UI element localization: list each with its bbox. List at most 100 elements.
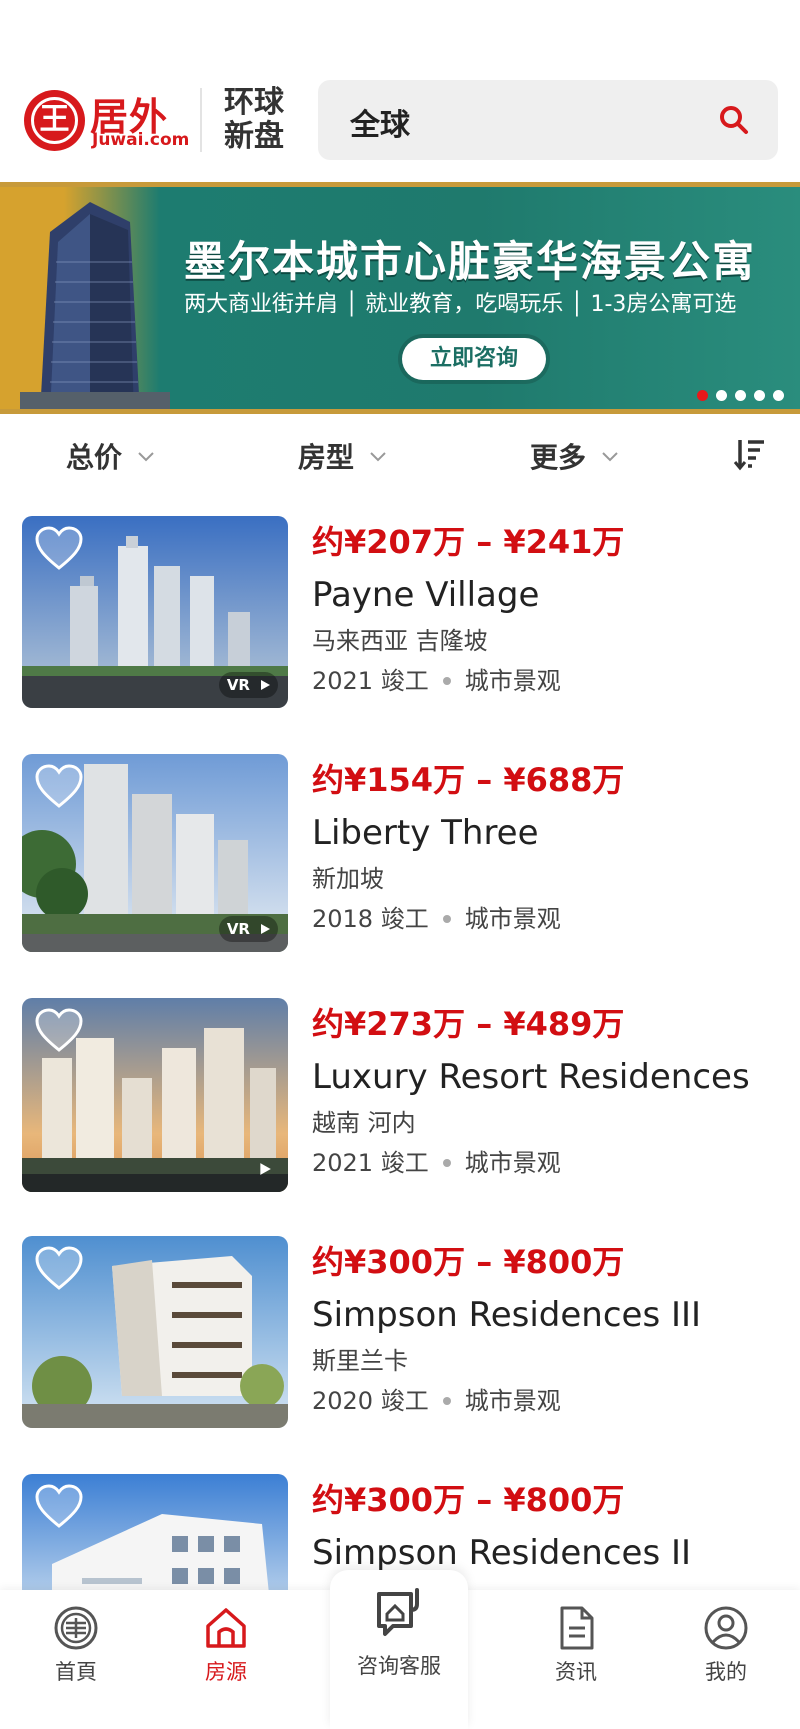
listing-card[interactable]: 约¥273万 – ¥489万 Luxury Resort Residences … — [22, 998, 782, 1192]
play-icon — [256, 676, 274, 694]
banner-pagination — [697, 390, 784, 401]
listing-info: 约¥273万 – ¥489万 Luxury Resort Residences … — [312, 998, 792, 1180]
listing-info: 约¥300万 – ¥800万 Simpson Residences II — [312, 1474, 792, 1576]
listing-photo[interactable] — [22, 1236, 288, 1428]
listing-name[interactable]: Simpson Residences III — [312, 1292, 792, 1338]
sort-icon[interactable] — [732, 436, 768, 472]
tagline-line1: 环球 — [224, 85, 284, 120]
juwai-logo[interactable]: 王 居外 Juwai.com — [24, 90, 189, 152]
bottom-navigation: 首頁 房源 咨询客服 资讯 我的 — [0, 1570, 800, 1729]
listing-meta: 2018 竣工 城市景观 — [312, 902, 792, 936]
filter-total-price[interactable]: 总价 — [66, 436, 156, 476]
nav-news[interactable]: 资讯 — [516, 1604, 636, 1686]
search-icon[interactable] — [718, 104, 750, 136]
nav-consult[interactable]: 咨询客服 — [330, 1570, 468, 1729]
nav-news-label: 资讯 — [555, 1660, 597, 1684]
filter-more-label: 更多 — [530, 441, 587, 474]
meta-separator — [442, 1397, 451, 1405]
search-bar[interactable]: 全球 — [318, 80, 778, 160]
video-badge[interactable] — [248, 1156, 278, 1182]
listing-name[interactable]: Luxury Resort Residences — [312, 1054, 792, 1100]
listing-meta: 2020 竣工 城市景观 — [312, 1384, 792, 1418]
badge-label: VR — [226, 920, 250, 938]
home-logo-icon — [54, 1606, 98, 1650]
vr-badge[interactable]: VR — [218, 916, 278, 942]
listing-completion: 2018 竣工 — [312, 905, 429, 933]
listing-info: 约¥207万 – ¥241万 Payne Village 马来西亚 吉隆坡 20… — [312, 516, 792, 698]
nav-listings-label: 房源 — [205, 1660, 247, 1684]
listing-card[interactable]: VR 约¥154万 – ¥688万 Liberty Three 新加坡 2018… — [22, 754, 782, 952]
filter-total-price-label: 总价 — [66, 441, 123, 474]
user-icon — [704, 1606, 748, 1650]
chevron-down-icon — [602, 452, 618, 462]
nav-consult-label: 咨询客服 — [357, 1654, 441, 1678]
nav-me-label: 我的 — [705, 1660, 747, 1684]
badge-label: VR — [226, 676, 250, 694]
nav-home-label: 首頁 — [55, 1660, 97, 1684]
listing-view: 城市景观 — [464, 667, 561, 695]
document-icon — [560, 1606, 594, 1650]
listing-completion: 2020 竣工 — [312, 1387, 429, 1415]
listing-info: 约¥154万 – ¥688万 Liberty Three 新加坡 2018 竣工… — [312, 754, 792, 936]
listing-price: 约¥300万 – ¥800万 — [312, 1243, 625, 1281]
listing-card[interactable]: 约¥300万 – ¥800万 Simpson Residences III 斯里… — [22, 1236, 782, 1428]
listing-name[interactable]: Liberty Three — [312, 810, 792, 856]
listing-card[interactable]: VR 约¥207万 – ¥241万 Payne Village 马来西亚 吉隆坡… — [22, 516, 782, 708]
filter-layout[interactable]: 房型 — [298, 436, 388, 476]
favorite-heart-icon[interactable] — [34, 1484, 84, 1530]
listing-view: 城市景观 — [464, 1387, 561, 1415]
search-input[interactable]: 全球 — [350, 100, 410, 144]
listing-completion: 2021 竣工 — [312, 1149, 429, 1177]
favorite-heart-icon[interactable] — [34, 764, 84, 810]
banner-dot[interactable] — [773, 390, 784, 401]
play-icon — [256, 920, 274, 938]
listing-view: 城市景观 — [464, 905, 561, 933]
banner-subtitle: 两大商业街并肩 │ 就业教育，吃喝玩乐 │ 1-3房公寓可选 — [184, 292, 737, 317]
listing-name[interactable]: Payne Village — [312, 572, 792, 618]
vr-badge[interactable]: VR — [218, 672, 278, 698]
banner-consult-button[interactable]: 立即咨询 — [402, 338, 546, 380]
listing-location: 越南 河内 — [312, 1109, 416, 1137]
logo-english-text: Juwai.com — [92, 130, 190, 150]
filter-bar: 总价 房型 更多 — [0, 414, 800, 496]
listing-location: 斯里兰卡 — [312, 1347, 408, 1375]
favorite-heart-icon[interactable] — [34, 526, 84, 572]
listing-price: 约¥273万 – ¥489万 — [312, 1005, 625, 1043]
listing-meta: 2021 竣工 城市景观 — [312, 1146, 792, 1180]
listing-photo[interactable]: VR — [22, 754, 288, 952]
filter-more[interactable]: 更多 — [530, 436, 620, 476]
chat-house-icon — [377, 1588, 419, 1636]
banner-title: 墨尔本城市心脏豪华海景公寓 — [184, 237, 757, 286]
banner-tower-image — [20, 202, 170, 414]
logo-mark-icon: 王 — [24, 90, 85, 151]
chevron-down-icon — [370, 452, 386, 462]
header-divider — [200, 88, 202, 152]
listing-info: 约¥300万 – ¥800万 Simpson Residences III 斯里… — [312, 1236, 792, 1418]
listing-price: 约¥154万 – ¥688万 — [312, 761, 625, 799]
chevron-down-icon — [138, 452, 154, 462]
header-tagline: 环球 新盘 — [224, 86, 284, 154]
tagline-line2: 新盘 — [224, 119, 284, 154]
banner-dot[interactable] — [697, 390, 708, 401]
listing-price: 约¥300万 – ¥800万 — [312, 1481, 625, 1519]
listing-location: 新加坡 — [312, 865, 384, 893]
nav-listings[interactable]: 房源 — [166, 1604, 286, 1686]
listing-location: 马来西亚 吉隆坡 — [312, 627, 488, 655]
nav-home[interactable]: 首頁 — [16, 1604, 136, 1686]
favorite-heart-icon[interactable] — [34, 1008, 84, 1054]
meta-separator — [442, 1159, 451, 1167]
banner-dot[interactable] — [735, 390, 746, 401]
house-icon — [206, 1608, 246, 1648]
promo-banner[interactable]: 墨尔本城市心脏豪华海景公寓 两大商业街并肩 │ 就业教育，吃喝玩乐 │ 1-3房… — [0, 182, 800, 414]
listing-view: 城市景观 — [464, 1149, 561, 1177]
favorite-heart-icon[interactable] — [34, 1246, 84, 1292]
listing-photo[interactable]: VR — [22, 516, 288, 708]
banner-dot[interactable] — [754, 390, 765, 401]
nav-me[interactable]: 我的 — [666, 1604, 786, 1686]
listing-meta: 2021 竣工 城市景观 — [312, 664, 792, 698]
app-root: 王 居外 Juwai.com 环球 新盘 全球 墨尔本城市心脏豪华海景公寓 两大… — [0, 0, 800, 1729]
banner-dot[interactable] — [716, 390, 727, 401]
listing-photo[interactable] — [22, 998, 288, 1192]
meta-separator — [442, 677, 451, 685]
header: 王 居外 Juwai.com 环球 新盘 全球 — [0, 0, 800, 182]
